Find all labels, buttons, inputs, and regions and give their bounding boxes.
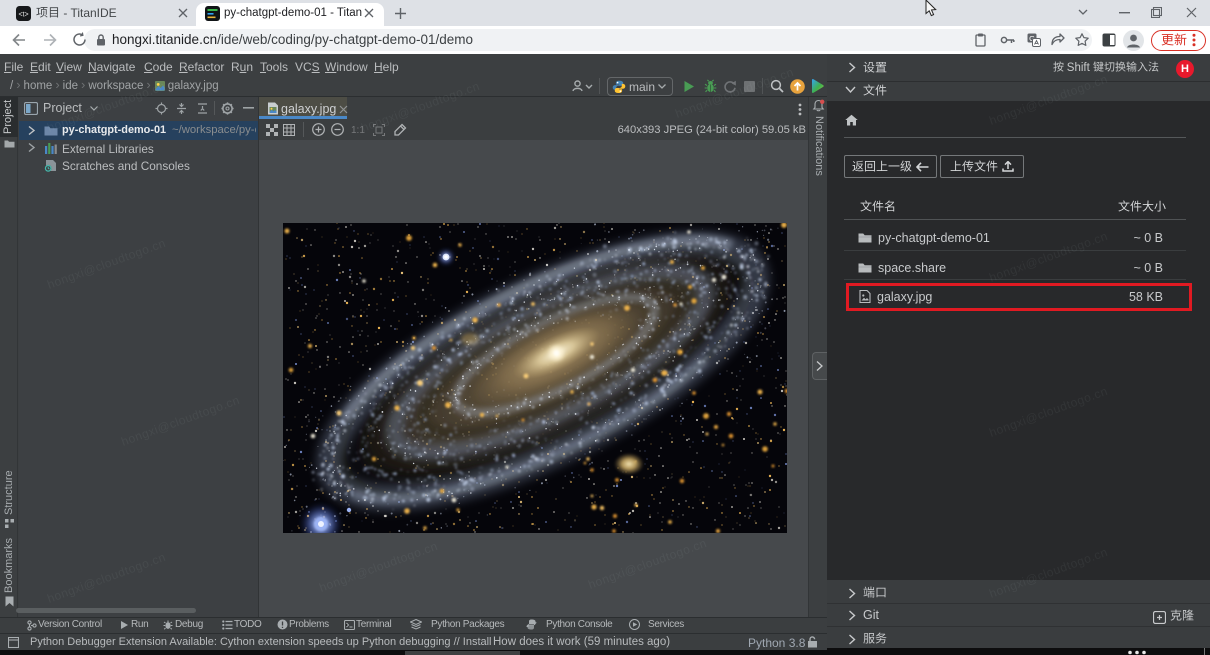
svg-text:<t>: <t> (18, 12, 28, 19)
